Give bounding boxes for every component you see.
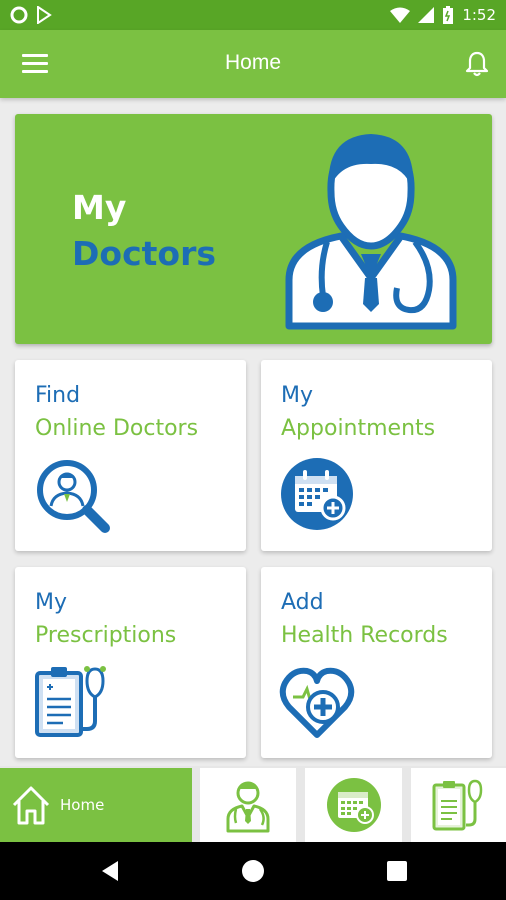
tile-label-line1: My [35,590,68,615]
system-navigation-bar [0,842,506,900]
find-online-doctors-tile[interactable]: Find Online Doctors [15,360,246,551]
my-doctors-card[interactable]: My Doctors [15,114,492,344]
prescription-icon [432,779,482,831]
wifi-icon [390,7,411,23]
clipboard-stethoscope-icon [35,666,106,737]
hero-label-line1: My [72,188,127,227]
my-appointments-tile[interactable]: My Appointments [261,360,492,551]
play-store-icon [37,6,52,24]
hamburger-menu-icon[interactable] [22,54,48,74]
tile-label-line2: Appointments [281,416,436,441]
tile-label-line1: My [281,383,314,408]
recents-icon[interactable] [384,858,410,884]
hero-label-line2: Doctors [72,234,216,273]
nav-home-label: Home [60,796,105,814]
tile-label-line1: Add [281,590,324,615]
back-icon[interactable] [98,858,124,884]
nav-appointments[interactable] [305,768,402,842]
doctor-search-icon [37,460,110,533]
bell-icon[interactable] [464,50,490,78]
tile-label-line2: Health Records [281,623,448,648]
nav-home[interactable]: Home [0,768,192,842]
home-icon [12,786,50,825]
nav-doctors[interactable] [200,768,296,842]
nav-prescriptions[interactable] [411,768,506,842]
my-prescriptions-tile[interactable]: My Prescriptions [15,567,246,758]
page-title: Home [224,51,282,74]
heart-plus-icon [279,667,355,738]
battery-icon [443,6,454,24]
circle-notification-icon [10,6,28,24]
calendar-icon [326,778,381,832]
bottom-navigation: Home [0,766,506,842]
calendar-add-icon [281,458,353,530]
doctor-icon [226,781,270,833]
tile-label-line2: Online Doctors [35,416,199,441]
clock: 1:52 [462,6,496,24]
tile-label-line1: Find [35,383,81,408]
signal-icon [418,7,435,23]
doctor-illustration-icon [285,134,457,330]
add-health-records-tile[interactable]: Add Health Records [261,567,492,758]
status-bar: 1:52 [0,0,506,30]
tile-label-line2: Prescriptions [35,623,177,648]
app-bar: Home [0,30,506,98]
home-button-icon[interactable] [240,858,266,884]
